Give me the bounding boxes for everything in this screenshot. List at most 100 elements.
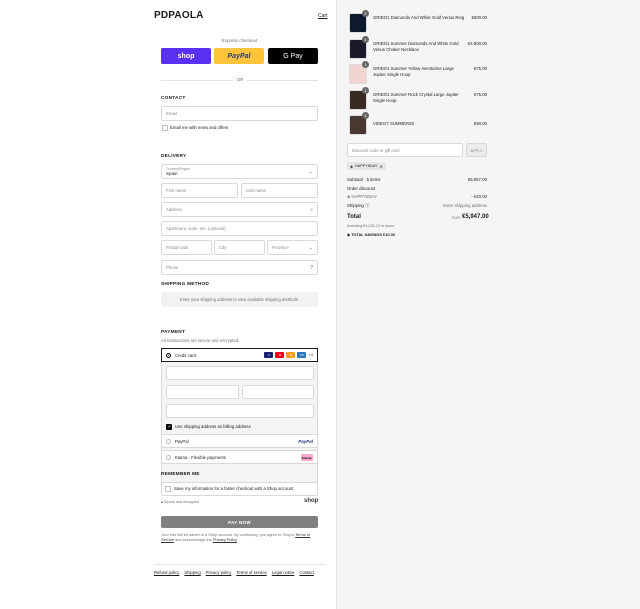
- shop-logo: shop: [304, 498, 319, 504]
- amex-icon: AX: [297, 352, 307, 358]
- paypal-logo-icon: PayPal: [298, 439, 313, 444]
- email-field[interactable]: Email: [161, 106, 318, 121]
- phone-field[interactable]: Phone ?: [161, 260, 318, 275]
- shipping-label: Shipping: [347, 203, 364, 208]
- help-icon[interactable]: ?: [310, 265, 313, 271]
- shipping-row: Shipping ⓘ Enter shipping address: [347, 203, 487, 209]
- discount-code-row: ◈ HAPPY8DAY - €10.00: [347, 194, 487, 200]
- quantity-badge: 1: [362, 10, 369, 17]
- total-currency: EUR: [452, 216, 461, 220]
- list-item: 1 GRIDO1 Summer Yellow Aventurine Large …: [349, 61, 487, 84]
- city-placeholder: City: [219, 245, 227, 250]
- secure-note: 🔒︎ Secure and encrypted: [161, 500, 199, 504]
- billing-same-checkbox[interactable]: [166, 424, 172, 430]
- footer-link-privacy[interactable]: Privacy policy: [206, 570, 232, 575]
- item-price: €75.00: [473, 66, 487, 71]
- list-item: 1 GRIDO1 Summer Rock Crystal Large Jupit…: [349, 87, 487, 110]
- item-price: €4,800.00: [467, 41, 487, 46]
- quantity-badge: 1: [362, 36, 369, 43]
- quantity-badge: 1: [362, 87, 369, 94]
- discount-value: - €10.00: [471, 194, 487, 199]
- phone-placeholder: Phone: [166, 265, 179, 270]
- footer-link-refund[interactable]: Refund policy: [154, 570, 179, 575]
- first-name-placeholder: First name: [166, 188, 187, 193]
- item-name: GRIDO1 Diamonds And White Gold Venus Rin…: [373, 15, 465, 20]
- footer-link-legal[interactable]: Legal notice: [272, 570, 295, 575]
- country-value: Spain: [166, 171, 178, 176]
- item-name: VIDEO7 SUMMER25: [373, 121, 414, 126]
- province-select[interactable]: Province ⌄: [267, 240, 318, 255]
- taxes-note: Including €1,032.12 in taxes: [347, 224, 395, 228]
- cvv-field[interactable]: [242, 385, 314, 399]
- total-savings: ◈ TOTAL SAVINGS €10.00: [347, 232, 487, 237]
- first-name-field[interactable]: First name: [161, 183, 238, 198]
- billing-same-label: Use shipping address as billing address: [175, 424, 251, 429]
- legal-text-3: .: [236, 537, 238, 543]
- newsletter-label: Email me with news and offers: [170, 125, 229, 130]
- discount-tag: ◈ HAPPY8DAY ✕: [347, 162, 386, 170]
- klarna-label: Klarna - Flexible payments: [175, 454, 226, 460]
- cart-link[interactable]: Cart: [318, 13, 327, 19]
- address-field[interactable]: Address ⌕: [161, 202, 318, 217]
- list-item: 1 GRIDO1 Summer Diamonds And White Gold …: [349, 36, 487, 59]
- payment-option-paypal[interactable]: PayPal PayPal: [161, 434, 318, 448]
- privacy-link[interactable]: Privacy Policy: [213, 537, 237, 542]
- payment-title: PAYMENT: [161, 330, 186, 335]
- radio-unselected[interactable]: [166, 454, 171, 460]
- shop-pay-button[interactable]: shop: [161, 48, 211, 64]
- name-on-card-field[interactable]: [166, 404, 314, 418]
- footer-links: Refund policy Shipping Privacy policy Te…: [154, 570, 314, 575]
- email-placeholder: Email: [166, 111, 177, 116]
- discount-tag-label: HAPPY8DAY: [354, 164, 378, 168]
- pay-now-button[interactable]: PAY NOW: [161, 516, 318, 528]
- expiry-field[interactable]: [166, 385, 239, 399]
- last-name-field[interactable]: Last name: [241, 183, 318, 198]
- mastercard-icon: M: [286, 352, 296, 358]
- paypal-label: PayPal: [175, 438, 189, 444]
- visa-icon: V: [264, 352, 274, 358]
- klarna-logo-icon: Klarna.: [301, 454, 313, 461]
- contact-title: CONTACT: [161, 96, 186, 101]
- total-savings-label: TOTAL SAVINGS €10.00: [351, 232, 395, 237]
- list-item: 1 VIDEO7 SUMMER25 €90.00: [349, 112, 487, 135]
- postal-code-field[interactable]: Postal code: [161, 240, 212, 255]
- item-price: €75.00: [473, 92, 487, 97]
- newsletter-checkbox[interactable]: [162, 125, 168, 131]
- item-name: GRIDO1 Summer Rock Crystal Large Jupiter…: [373, 92, 459, 103]
- express-checkout-label: Express checkout: [221, 38, 258, 43]
- discount-code-label: HAPPY8DAY: [351, 194, 377, 199]
- shipping-placeholder-box: Enter your shipping address to view avai…: [161, 292, 318, 307]
- discount-code-field[interactable]: Discount code or gift card: [347, 143, 463, 157]
- subtotal-row: Subtotal · 5 items €5,957.00: [347, 177, 487, 182]
- radio-selected[interactable]: [166, 352, 171, 358]
- city-field[interactable]: City: [214, 240, 265, 255]
- card-number-field[interactable]: [166, 366, 314, 380]
- tag-icon: ◈: [350, 164, 353, 169]
- item-name: GRIDO1 Summer Diamonds And White Gold Ve…: [373, 41, 459, 52]
- payment-option-credit-card[interactable]: Credit card V M M AX +4: [161, 348, 318, 362]
- google-pay-button[interactable]: G Pay: [268, 48, 318, 64]
- order-discount-row: Order discount: [347, 186, 487, 191]
- remember-checkbox[interactable]: [165, 486, 171, 492]
- legal-text: Your info will be saved to a Shop accoun…: [161, 532, 318, 542]
- radio-unselected[interactable]: [166, 438, 171, 444]
- payment-subtitle: All transactions are secure and encrypte…: [161, 338, 240, 343]
- payment-option-klarna[interactable]: Klarna - Flexible payments Klarna.: [161, 450, 318, 464]
- close-icon[interactable]: ✕: [379, 164, 382, 169]
- remember-me-title: REMEMBER ME: [161, 472, 200, 477]
- total-label: Total: [347, 214, 361, 220]
- footer-link-shipping[interactable]: Shipping: [184, 570, 200, 575]
- checkout-form-column: PDPAOLA Cart Express checkout shop PayPa…: [0, 0, 336, 609]
- help-icon[interactable]: ⓘ: [365, 203, 369, 208]
- brand-logo[interactable]: PDPAOLA: [154, 10, 204, 21]
- apartment-field[interactable]: Apartment, suite, etc. (optional): [161, 221, 318, 236]
- paypal-button[interactable]: PayPal: [214, 48, 264, 64]
- footer-link-terms[interactable]: Terms of service: [236, 570, 266, 575]
- shipping-method-title: SHIPPING METHOD: [161, 282, 210, 287]
- country-select[interactable]: Country/Region Spain ⌄: [161, 164, 318, 179]
- order-discount-label: Order discount: [347, 186, 376, 191]
- apartment-placeholder: Apartment, suite, etc. (optional): [166, 226, 226, 231]
- footer-link-contact[interactable]: Contact: [299, 570, 313, 575]
- search-icon: ⌕: [310, 207, 313, 213]
- apply-button[interactable]: APPLY: [466, 143, 487, 157]
